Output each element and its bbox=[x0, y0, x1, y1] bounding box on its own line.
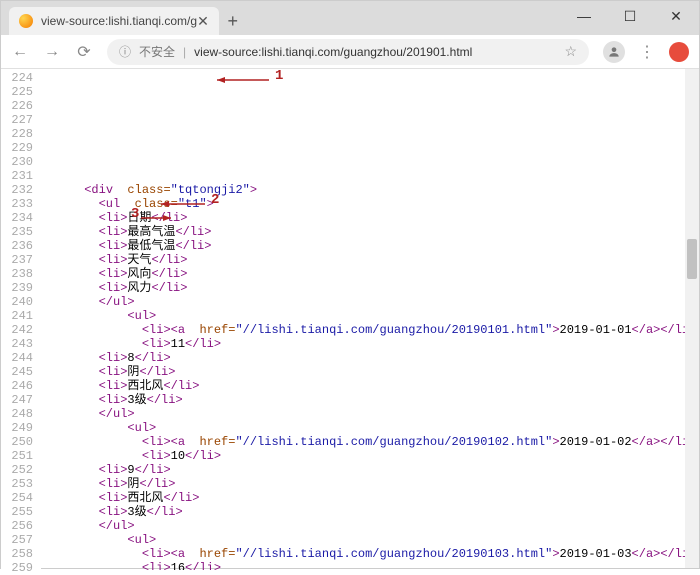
line-number: 250 bbox=[1, 435, 33, 449]
arrow-1-icon bbox=[217, 75, 275, 85]
code-line[interactable]: </ul> bbox=[41, 519, 699, 533]
tab-title: view-source:lishi.tianqi.com/g bbox=[41, 14, 197, 28]
line-number: 228 bbox=[1, 127, 33, 141]
code-line[interactable]: <li>最低气温</li> bbox=[41, 239, 699, 253]
line-number: 230 bbox=[1, 155, 33, 169]
line-number: 258 bbox=[1, 547, 33, 561]
url-text: view-source:lishi.tianqi.com/guangzhou/2… bbox=[194, 45, 472, 59]
code-line[interactable]: <li><a href="//lishi.tianqi.com/guangzho… bbox=[41, 435, 699, 449]
code-line[interactable]: <li><a href="//lishi.tianqi.com/guangzho… bbox=[41, 323, 699, 337]
line-number: 248 bbox=[1, 407, 33, 421]
code-line[interactable]: <li>日期</li> bbox=[41, 211, 699, 225]
code-line[interactable]: <ul class="t1"> bbox=[41, 197, 699, 211]
bookmark-star-icon[interactable]: ☆ bbox=[564, 43, 577, 60]
back-button[interactable]: ← bbox=[11, 43, 29, 61]
line-number: 251 bbox=[1, 449, 33, 463]
code-line[interactable]: <li>风向</li> bbox=[41, 267, 699, 281]
annotation-1: 1 bbox=[275, 69, 283, 83]
line-number: 239 bbox=[1, 281, 33, 295]
close-button[interactable]: ✕ bbox=[653, 1, 699, 31]
code-line[interactable]: <li>10</li> bbox=[41, 449, 699, 463]
code-line[interactable]: <li>西北风</li> bbox=[41, 379, 699, 393]
line-number: 242 bbox=[1, 323, 33, 337]
line-number: 252 bbox=[1, 463, 33, 477]
code-line[interactable]: </ul> bbox=[41, 295, 699, 309]
line-number: 225 bbox=[1, 85, 33, 99]
line-number: 234 bbox=[1, 211, 33, 225]
extension-icon[interactable] bbox=[669, 42, 689, 62]
code-line[interactable]: <ul> bbox=[41, 533, 699, 547]
code-line[interactable]: <li>8</li> bbox=[41, 351, 699, 365]
minimize-button[interactable]: — bbox=[561, 1, 607, 31]
new-tab-button[interactable]: + bbox=[219, 7, 247, 35]
line-number: 254 bbox=[1, 491, 33, 505]
tab-close-icon[interactable]: ✕ bbox=[197, 13, 209, 30]
line-number: 256 bbox=[1, 519, 33, 533]
source-code[interactable]: 1 2 3 <div class="tqtongji2"> <ul class=… bbox=[41, 69, 699, 570]
code-line[interactable]: <li>3级</li> bbox=[41, 505, 699, 519]
line-gutter: 2242252262272282292302312322332342352362… bbox=[1, 69, 41, 570]
line-number: 255 bbox=[1, 505, 33, 519]
code-line[interactable]: <li>最高气温</li> bbox=[41, 225, 699, 239]
maximize-button[interactable]: ☐ bbox=[607, 1, 653, 31]
source-view: 2242252262272282292302312322332342352362… bbox=[1, 69, 699, 570]
code-line[interactable]: <li>西北风</li> bbox=[41, 491, 699, 505]
code-line[interactable]: <li><a href="//lishi.tianqi.com/guangzho… bbox=[41, 547, 699, 561]
reload-button[interactable]: ⟳ bbox=[75, 42, 93, 62]
code-line[interactable]: <li>天气</li> bbox=[41, 253, 699, 267]
code-line[interactable]: <li>3级</li> bbox=[41, 393, 699, 407]
line-number: 244 bbox=[1, 351, 33, 365]
line-number: 253 bbox=[1, 477, 33, 491]
line-number: 235 bbox=[1, 225, 33, 239]
code-line[interactable]: <li>风力</li> bbox=[41, 281, 699, 295]
line-number: 259 bbox=[1, 561, 33, 575]
line-number: 243 bbox=[1, 337, 33, 351]
line-number: 231 bbox=[1, 169, 33, 183]
browser-tab[interactable]: view-source:lishi.tianqi.com/g ✕ bbox=[9, 7, 219, 35]
code-line[interactable]: <ul> bbox=[41, 421, 699, 435]
line-number: 229 bbox=[1, 141, 33, 155]
favicon-icon bbox=[19, 14, 33, 28]
vertical-scrollbar[interactable] bbox=[685, 69, 699, 568]
window-controls: — ☐ ✕ bbox=[561, 1, 699, 31]
profile-icon[interactable] bbox=[603, 41, 625, 63]
code-line[interactable]: </ul> bbox=[41, 407, 699, 421]
line-number: 240 bbox=[1, 295, 33, 309]
code-line[interactable]: <li>阴</li> bbox=[41, 477, 699, 491]
line-number: 224 bbox=[1, 71, 33, 85]
line-number: 226 bbox=[1, 99, 33, 113]
line-number: 238 bbox=[1, 267, 33, 281]
site-info-icon[interactable]: ⓘ bbox=[119, 43, 131, 60]
code-line[interactable]: <li>11</li> bbox=[41, 337, 699, 351]
address-bar[interactable]: ⓘ 不安全 | view-source:lishi.tianqi.com/gua… bbox=[107, 39, 589, 65]
toolbar: ← → ⟳ ⓘ 不安全 | view-source:lishi.tianqi.c… bbox=[1, 35, 699, 69]
code-line[interactable]: <li>阴</li> bbox=[41, 365, 699, 379]
code-line[interactable]: <ul> bbox=[41, 309, 699, 323]
line-number: 227 bbox=[1, 113, 33, 127]
line-number: 257 bbox=[1, 533, 33, 547]
menu-icon[interactable]: ⋮ bbox=[639, 42, 655, 62]
code-line[interactable]: <div class="tqtongji2"> bbox=[41, 183, 699, 197]
line-number: 249 bbox=[1, 421, 33, 435]
line-number: 232 bbox=[1, 183, 33, 197]
scrollbar-thumb[interactable] bbox=[687, 239, 697, 279]
line-number: 237 bbox=[1, 253, 33, 267]
separator: | bbox=[183, 45, 186, 59]
line-number: 233 bbox=[1, 197, 33, 211]
code-line[interactable]: <li>9</li> bbox=[41, 463, 699, 477]
forward-button[interactable]: → bbox=[43, 43, 61, 61]
line-number: 247 bbox=[1, 393, 33, 407]
security-warning: 不安全 bbox=[139, 43, 175, 60]
line-number: 246 bbox=[1, 379, 33, 393]
line-number: 245 bbox=[1, 365, 33, 379]
line-number: 236 bbox=[1, 239, 33, 253]
line-number: 241 bbox=[1, 309, 33, 323]
